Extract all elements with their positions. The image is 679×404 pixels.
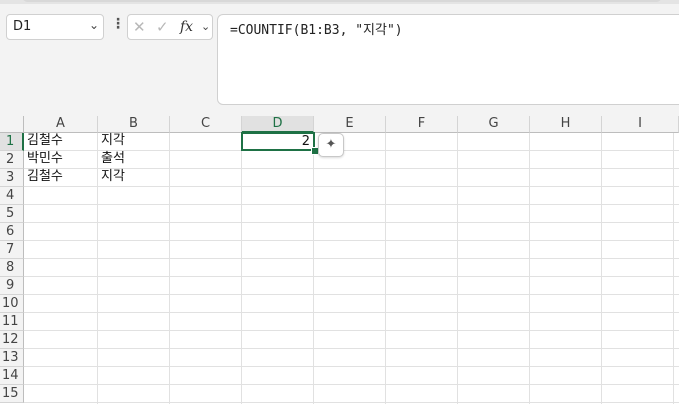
column-header-i[interactable]: I [602,116,679,133]
sparkle-pen-icon: ✦ [325,137,337,152]
row-header-1[interactable]: 1 [0,133,24,151]
column-header-g[interactable]: G [458,116,530,133]
insert-function-button[interactable]: fx [180,19,193,35]
column-header-b[interactable]: B [98,116,170,133]
cell-a1[interactable]: 김철수 [27,132,63,150]
chevron-down-icon[interactable]: ⌄ [201,20,210,33]
column-header-d[interactable]: D [242,116,314,133]
name-box[interactable]: D1 ⌄ [6,14,104,40]
row-header-9[interactable]: 9 [0,277,24,295]
row-header-3[interactable]: 3 [0,169,24,187]
chevron-down-icon[interactable]: ⌄ [89,18,99,32]
formula-text[interactable]: =COUNTIF(B1:B3, "지각") [230,19,403,38]
more-options-icon[interactable]: ⋮ [111,16,125,32]
row-header-4[interactable]: 4 [0,187,24,205]
cell-b3[interactable]: 지각 [101,168,125,186]
column-header-c[interactable]: C [170,116,242,133]
row-header-14[interactable]: 14 [0,367,24,385]
name-box-value: D1 [13,19,32,34]
row-header-10[interactable]: 10 [0,295,24,313]
row-header-8[interactable]: 8 [0,259,24,277]
spreadsheet-grid[interactable]: A B C D E F G H I 1 2 3 4 5 6 7 8 9 10 1… [0,116,679,404]
row-header-11[interactable]: 11 [0,313,24,331]
row-header-7[interactable]: 7 [0,241,24,259]
cell-b1[interactable]: 지각 [101,132,125,150]
row-header-12[interactable]: 12 [0,331,24,349]
column-header-h[interactable]: H [530,116,602,133]
row-header-13[interactable]: 13 [0,349,24,367]
row-header-15[interactable]: 15 [0,385,24,403]
cell-b2[interactable]: 출석 [101,150,125,168]
cancel-icon[interactable]: ✕ [133,18,146,36]
column-header-e[interactable]: E [314,116,386,133]
active-cell-d1[interactable]: 2 [241,132,315,151]
formula-buttons: ✕ ✓ fx ⌄ [127,14,213,40]
formula-area: D1 ⌄ ⋮ ✕ ✓ fx ⌄ =COUNTIF(B1:B3, "지각") [0,4,679,116]
select-all-corner[interactable] [0,116,24,133]
row-header-2[interactable]: 2 [0,151,24,169]
column-header-f[interactable]: F [386,116,458,133]
formula-bar[interactable]: =COUNTIF(B1:B3, "지각") [217,14,679,105]
cell-d1-value: 2 [301,134,310,149]
confirm-check-icon[interactable]: ✓ [156,18,169,36]
cell-a2[interactable]: 박민수 [27,150,63,168]
column-header-a[interactable]: A [24,116,98,133]
cell-a3[interactable]: 김철수 [27,168,63,186]
copilot-suggestion-button[interactable]: ✦ [318,133,344,157]
row-header-6[interactable]: 6 [0,223,24,241]
row-header-5[interactable]: 5 [0,205,24,223]
